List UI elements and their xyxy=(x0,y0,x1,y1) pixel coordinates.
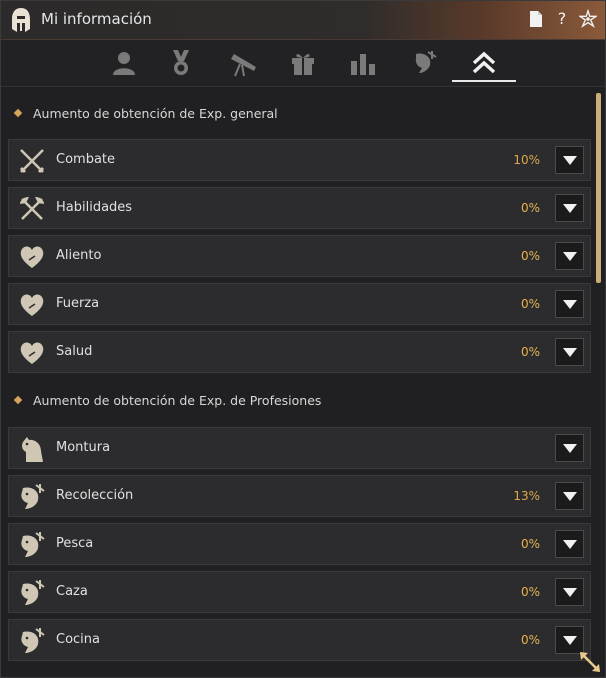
chevron-down-icon xyxy=(562,636,577,645)
row-value: 0% xyxy=(520,249,540,263)
tab-character[interactable] xyxy=(104,46,144,80)
row-label: Salud xyxy=(56,344,93,359)
window-title: Mi información xyxy=(41,10,152,28)
medal-icon xyxy=(173,50,189,75)
exp-bonus-list[interactable]: Aumento de obtención de Exp. general Com… xyxy=(1,87,593,677)
rank-up-icon xyxy=(472,51,496,74)
tab-gift[interactable] xyxy=(283,46,323,80)
row-label: Combate xyxy=(56,152,116,167)
row-label: Caza xyxy=(56,584,88,599)
list-item: Recolección 13% xyxy=(8,475,591,517)
tab-stats[interactable] xyxy=(343,46,383,80)
settings-star-icon[interactable] xyxy=(579,9,597,29)
chevron-down-icon xyxy=(562,588,577,597)
row-value: 0% xyxy=(520,345,540,359)
crossed-swords-icon xyxy=(19,149,45,174)
chevron-down-icon xyxy=(562,300,577,309)
tab-telescope[interactable] xyxy=(223,46,263,80)
expand-button[interactable] xyxy=(555,578,584,606)
list-item: Montura xyxy=(8,427,591,469)
chevron-down-icon xyxy=(562,204,577,213)
lifeskill-fish-icon xyxy=(21,580,45,605)
section-title-professions: Aumento de obtención de Exp. de Profesio… xyxy=(13,390,321,410)
row-label: Cocina xyxy=(56,632,100,647)
chevron-down-icon xyxy=(562,540,577,549)
list-item: Cocina 0% xyxy=(8,619,591,661)
crossed-axes-icon xyxy=(20,197,44,220)
chevron-down-icon xyxy=(562,252,577,261)
chevron-down-icon xyxy=(562,156,577,165)
expand-button[interactable] xyxy=(555,338,584,366)
resize-handle-icon[interactable] xyxy=(577,649,603,675)
row-value: 0% xyxy=(520,201,540,215)
row-value: 13% xyxy=(513,489,540,503)
list-item: Salud 0% xyxy=(8,331,591,373)
row-label: Habilidades xyxy=(56,200,133,215)
lifeskill-fish-icon xyxy=(21,484,45,509)
row-value: 0% xyxy=(520,633,540,647)
row-value: 0% xyxy=(520,585,540,599)
row-label: Recolección xyxy=(56,488,134,503)
list-item: Fuerza 0% xyxy=(8,283,591,325)
expand-button[interactable] xyxy=(555,482,584,510)
row-value: 0% xyxy=(520,297,540,311)
lifeskill-fish-icon xyxy=(21,532,45,557)
lifeskill-fish-icon xyxy=(21,628,45,653)
help-icon[interactable]: ? xyxy=(553,9,571,29)
heart-icon xyxy=(20,246,44,268)
row-value: 0% xyxy=(520,537,540,551)
chevron-down-icon xyxy=(562,444,577,453)
row-label: Montura xyxy=(56,440,111,455)
chevron-down-icon xyxy=(562,492,577,501)
list-item: Aliento 0% xyxy=(8,235,591,277)
expand-button[interactable] xyxy=(555,290,584,318)
scrollbar-thumb[interactable] xyxy=(596,93,601,283)
expand-button[interactable] xyxy=(555,146,584,174)
row-label: Pesca xyxy=(56,536,94,551)
title-bar[interactable]: Mi información ? xyxy=(1,1,605,40)
diamond-bullet-icon xyxy=(13,108,23,118)
tab-rank-up[interactable] xyxy=(452,46,516,82)
row-label: Fuerza xyxy=(56,296,100,311)
list-item: Caza 0% xyxy=(8,571,591,613)
character-icon xyxy=(113,52,135,75)
expand-button[interactable] xyxy=(555,242,584,270)
gift-icon xyxy=(292,54,314,75)
heart-icon xyxy=(20,342,44,364)
document-icon[interactable] xyxy=(527,9,545,29)
expand-button[interactable] xyxy=(555,434,584,462)
section-title-general: Aumento de obtención de Exp. general xyxy=(13,103,278,123)
telescope-icon xyxy=(231,54,256,77)
row-value: 10% xyxy=(513,153,540,167)
stats-icon xyxy=(351,54,375,75)
list-item: Combate 10% xyxy=(8,139,591,181)
my-information-window: Mi información ? Aumento de obtención de… xyxy=(0,0,606,678)
expand-button[interactable] xyxy=(555,194,584,222)
tab-medal[interactable] xyxy=(161,46,201,80)
list-item: Pesca 0% xyxy=(8,523,591,565)
helmet-logo-icon xyxy=(12,8,30,32)
tab-lifeskill[interactable] xyxy=(404,46,444,80)
expand-button[interactable] xyxy=(555,530,584,558)
list-item: Habilidades 0% xyxy=(8,187,591,229)
diamond-bullet-icon xyxy=(13,395,23,405)
row-label: Aliento xyxy=(56,248,102,263)
chevron-down-icon xyxy=(562,348,577,357)
horse-icon xyxy=(22,437,43,462)
lifeskill-icon xyxy=(415,51,437,73)
heart-icon xyxy=(20,294,44,316)
tab-bar xyxy=(1,40,605,87)
